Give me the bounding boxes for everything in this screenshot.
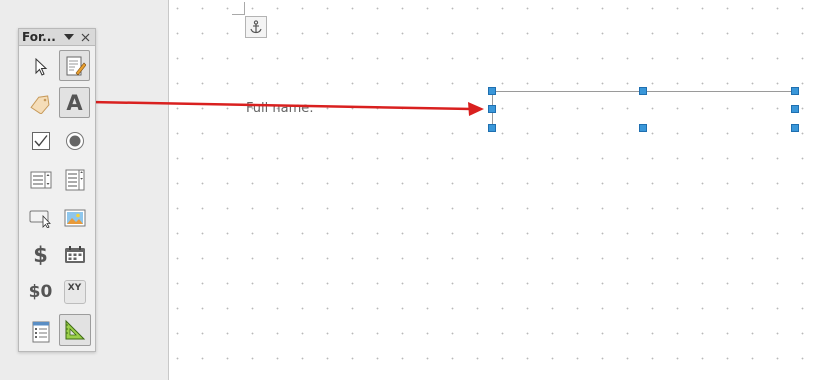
control-wizards-icon bbox=[65, 319, 86, 340]
label-field-icon bbox=[29, 94, 49, 114]
push-button-button[interactable] bbox=[25, 202, 56, 233]
text-box-button[interactable]: A bbox=[59, 87, 90, 118]
option-button[interactable] bbox=[59, 125, 90, 156]
design-mode-button[interactable] bbox=[59, 50, 90, 81]
numeric-field-icon: $0 bbox=[28, 281, 53, 302]
form-properties-icon bbox=[32, 321, 49, 342]
list-box-button[interactable] bbox=[25, 164, 56, 195]
numeric-field-button[interactable]: $0 bbox=[24, 276, 57, 307]
toolbar-title: For... bbox=[22, 30, 56, 44]
form-properties-button[interactable] bbox=[25, 316, 56, 347]
option-button-icon bbox=[65, 131, 84, 150]
select-icon bbox=[35, 57, 47, 76]
image-button-button[interactable] bbox=[59, 202, 90, 233]
list-box-icon bbox=[30, 171, 51, 188]
formatted-field-button[interactable]: XY bbox=[59, 276, 90, 307]
combo-box-icon bbox=[65, 169, 84, 190]
label-field-button[interactable] bbox=[25, 88, 56, 119]
close-icon[interactable] bbox=[78, 30, 92, 44]
currency-field-icon: $ bbox=[33, 242, 48, 267]
annotation-arrow bbox=[89, 100, 484, 116]
toolbar-title-bar[interactable]: For... bbox=[19, 29, 95, 46]
check-box-button[interactable] bbox=[25, 125, 56, 156]
form-controls-toolbar[interactable]: For... A $ $0 XY bbox=[18, 28, 96, 352]
push-button-icon bbox=[29, 210, 51, 228]
check-box-icon bbox=[31, 131, 50, 150]
formatted-field-icon: XY bbox=[63, 279, 86, 304]
formatted-field-label: XY bbox=[67, 282, 82, 293]
date-field-icon bbox=[64, 245, 85, 263]
combo-box-button[interactable] bbox=[59, 164, 90, 195]
date-field-button[interactable] bbox=[59, 239, 90, 270]
select-button[interactable] bbox=[25, 51, 56, 82]
currency-field-button[interactable]: $ bbox=[25, 239, 56, 270]
image-button-icon bbox=[64, 209, 85, 226]
design-mode-icon bbox=[66, 56, 86, 75]
text-box-icon: A bbox=[66, 90, 83, 115]
chevron-down-icon[interactable] bbox=[63, 30, 75, 44]
control-wizards-button[interactable] bbox=[59, 314, 91, 346]
